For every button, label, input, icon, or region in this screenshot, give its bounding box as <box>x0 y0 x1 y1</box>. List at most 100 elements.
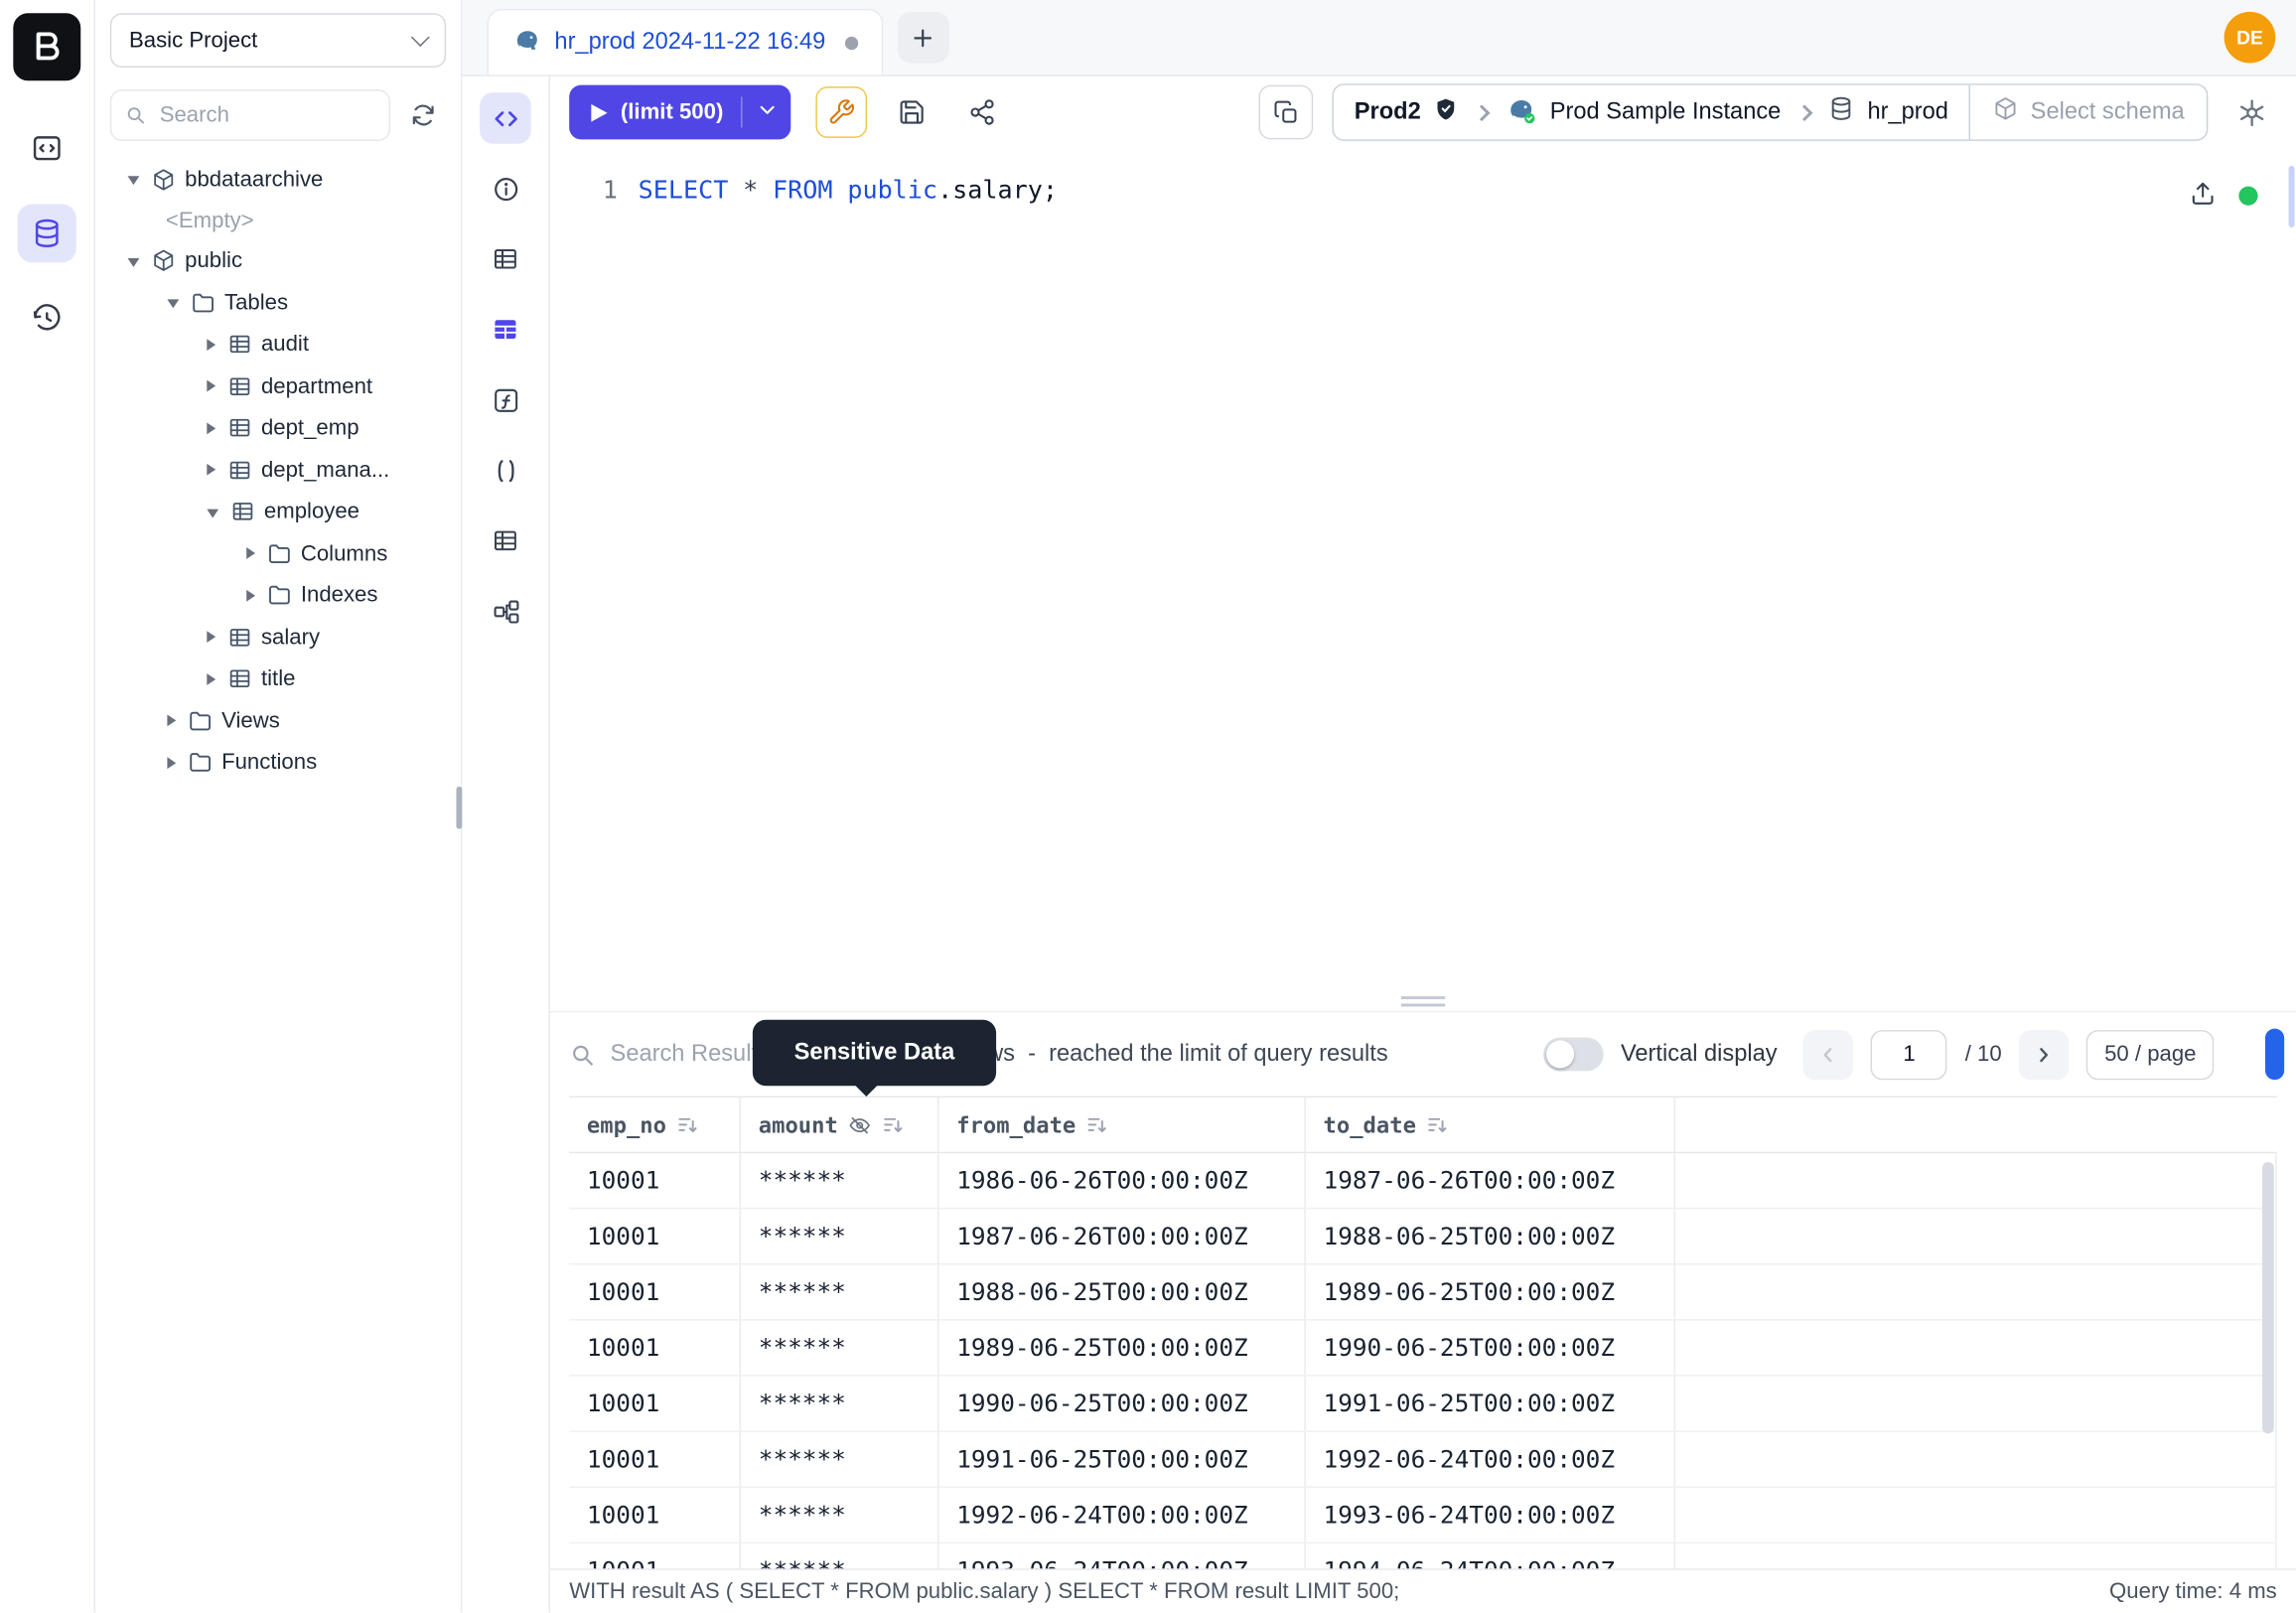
sidebar-search[interactable] <box>110 89 390 141</box>
connection-path[interactable]: Prod2 Prod Sample Instance <box>1334 85 1969 140</box>
tree-node-indexes[interactable]: Indexes <box>110 574 446 616</box>
tab-hr-prod[interactable]: hr_prod 2024-11-22 16:49 <box>487 9 882 74</box>
folder-icon <box>188 708 213 733</box>
function-icon[interactable] <box>480 374 531 426</box>
table-row[interactable]: 10001 ****** 1992-06-24T00:00:00Z 1993-0… <box>569 1488 2277 1543</box>
cell-to-date: 1994-06-24T00:00:00Z <box>1306 1543 1675 1568</box>
chevron-right-icon <box>1796 104 1813 121</box>
panel-splitter[interactable] <box>550 992 2296 1011</box>
sort-icon[interactable] <box>676 1113 698 1135</box>
nav-database-icon[interactable] <box>18 204 76 262</box>
connection-breadcrumb: Prod2 Prod Sample Instance <box>1333 83 2209 141</box>
table-icon <box>227 373 252 398</box>
vertical-display-toggle[interactable] <box>1543 1037 1604 1071</box>
prev-page-button[interactable] <box>1803 1029 1853 1079</box>
refresh-icon[interactable] <box>399 91 446 138</box>
nav-sql-editor-icon[interactable] <box>18 119 76 178</box>
tree-node-functions[interactable]: Functions <box>110 742 446 784</box>
tree-node-audit[interactable]: audit <box>110 324 446 366</box>
bytebase-logo[interactable] <box>13 13 80 80</box>
editor-actions <box>2189 179 2257 213</box>
sidebar-resize-handle[interactable] <box>456 787 462 829</box>
run-button[interactable]: (limit 500) <box>569 85 790 140</box>
column-header-from-date[interactable]: from_date <box>938 1098 1305 1152</box>
worksheet-code-icon[interactable] <box>480 92 531 144</box>
info-icon[interactable] <box>480 163 531 215</box>
cell-from-date: 1988-06-25T00:00:00Z <box>938 1264 1305 1319</box>
column-header-amount[interactable]: amount <box>741 1098 938 1152</box>
tree-node-columns[interactable]: Columns <box>110 532 446 574</box>
cell-filler <box>1675 1377 2277 1431</box>
avatar[interactable]: DE <box>2224 12 2276 64</box>
table-row[interactable]: 10001 ****** 1986-06-26T00:00:00Z 1987-0… <box>569 1153 2277 1209</box>
editor-toolbar: (limit 500) <box>550 76 2296 148</box>
table-row[interactable]: 10001 ****** 1987-06-26T00:00:00Z 1988-0… <box>569 1209 2277 1264</box>
table-row[interactable]: 10001 ****** 1988-06-25T00:00:00Z 1989-0… <box>569 1264 2277 1320</box>
table-header-row: emp_no amount from_date <box>569 1098 2277 1153</box>
tree-node-dept-manager[interactable]: dept_mana... <box>110 449 446 491</box>
table-row[interactable]: 10001 ****** 1990-06-25T00:00:00Z 1991-0… <box>569 1377 2277 1432</box>
tree-node-employee[interactable]: employee <box>110 491 446 532</box>
table-row-clipped[interactable]: 10001 ****** 1993-06-24T00:00:00Z 1994-0… <box>569 1543 2277 1568</box>
table-list-icon[interactable] <box>480 515 531 567</box>
run-options-chevron-icon[interactable] <box>756 97 780 127</box>
copy-connection-button[interactable] <box>1259 85 1314 140</box>
splitter-grip-icon <box>1401 996 1445 1006</box>
schema-box-icon <box>151 248 176 273</box>
cell-emp-no: 10001 <box>569 1432 741 1487</box>
tab-bar: hr_prod 2024-11-22 16:49 DE <box>462 0 2296 76</box>
save-button[interactable] <box>886 86 937 138</box>
sidebar-search-input[interactable] <box>157 101 375 129</box>
tree-node-department[interactable]: department <box>110 366 446 407</box>
share-button[interactable] <box>956 86 1008 138</box>
tree-node-public[interactable]: public <box>110 240 446 282</box>
tab-title: hr_prod 2024-11-22 16:49 <box>554 30 825 57</box>
new-tab-button[interactable] <box>898 12 949 64</box>
page-input[interactable] <box>1871 1029 1947 1079</box>
cell-to-date: 1989-06-25T00:00:00Z <box>1306 1264 1675 1319</box>
table-scrollbar-thumb[interactable] <box>2262 1162 2274 1433</box>
sidebar: Basic Project bbdataarchive <Empty> pu <box>95 0 462 1613</box>
tables-panel-icon[interactable] <box>480 233 531 285</box>
table-row[interactable]: 10001 ****** 1991-06-25T00:00:00Z 1992-0… <box>569 1432 2277 1488</box>
next-page-button[interactable] <box>2019 1029 2069 1079</box>
export-upload-icon[interactable] <box>2189 179 2217 213</box>
schema-diagram-icon[interactable] <box>480 585 531 637</box>
column-header-emp-no[interactable]: emp_no <box>569 1098 741 1152</box>
sort-icon[interactable] <box>882 1113 904 1135</box>
tree-node-tables[interactable]: Tables <box>110 282 446 324</box>
nav-history-icon[interactable] <box>18 289 76 348</box>
schema-selector[interactable]: Select schema <box>1969 85 2207 140</box>
project-selector[interactable]: Basic Project <box>110 13 446 68</box>
sort-icon[interactable] <box>1086 1113 1108 1135</box>
sql-editor[interactable]: 1 SELECT*FROMpublic.salary; <box>550 148 2296 991</box>
page-size-select[interactable]: 50 / page <box>2086 1029 2214 1079</box>
colored-table-icon[interactable] <box>480 304 531 356</box>
caret-right-icon <box>207 632 215 644</box>
tooltip-text: Sensitive Data <box>794 1040 955 1067</box>
cell-emp-no: 10001 <box>569 1321 741 1376</box>
tree-node-salary[interactable]: salary <box>110 616 446 658</box>
table-row[interactable]: 10001 ****** 1989-06-25T00:00:00Z 1990-0… <box>569 1321 2277 1377</box>
tree-node-bbdataarchive[interactable]: bbdataarchive <box>110 159 446 201</box>
rail-nav <box>18 119 76 348</box>
tree-node-views[interactable]: Views <box>110 700 446 742</box>
eye-off-icon[interactable] <box>848 1113 872 1137</box>
ai-assistant-button[interactable] <box>2227 87 2277 137</box>
tree-label: dept_mana... <box>261 458 389 483</box>
tree-node-title[interactable]: title <box>110 659 446 700</box>
column-header-to-date[interactable]: to_date <box>1306 1098 1675 1152</box>
chevron-left-icon <box>1816 1043 1840 1067</box>
sort-icon[interactable] <box>1426 1113 1448 1135</box>
code-line: 1 SELECT*FROMpublic.salary; <box>550 148 2296 206</box>
parentheses-icon[interactable] <box>480 445 531 497</box>
cell-amount-masked: ****** <box>741 1321 938 1376</box>
workarea: (limit 500) <box>550 76 2296 1613</box>
tree-node-dept-emp[interactable]: dept_emp <box>110 407 446 449</box>
editor-side-strip <box>462 76 550 1613</box>
toolbar-right-group: Prod2 Prod Sample Instance <box>1259 83 2277 141</box>
admin-wrench-button[interactable] <box>815 86 867 138</box>
cell-to-date: 1991-06-25T00:00:00Z <box>1306 1377 1675 1431</box>
cell-filler <box>1675 1488 2277 1542</box>
unsaved-dot-icon <box>845 36 858 49</box>
